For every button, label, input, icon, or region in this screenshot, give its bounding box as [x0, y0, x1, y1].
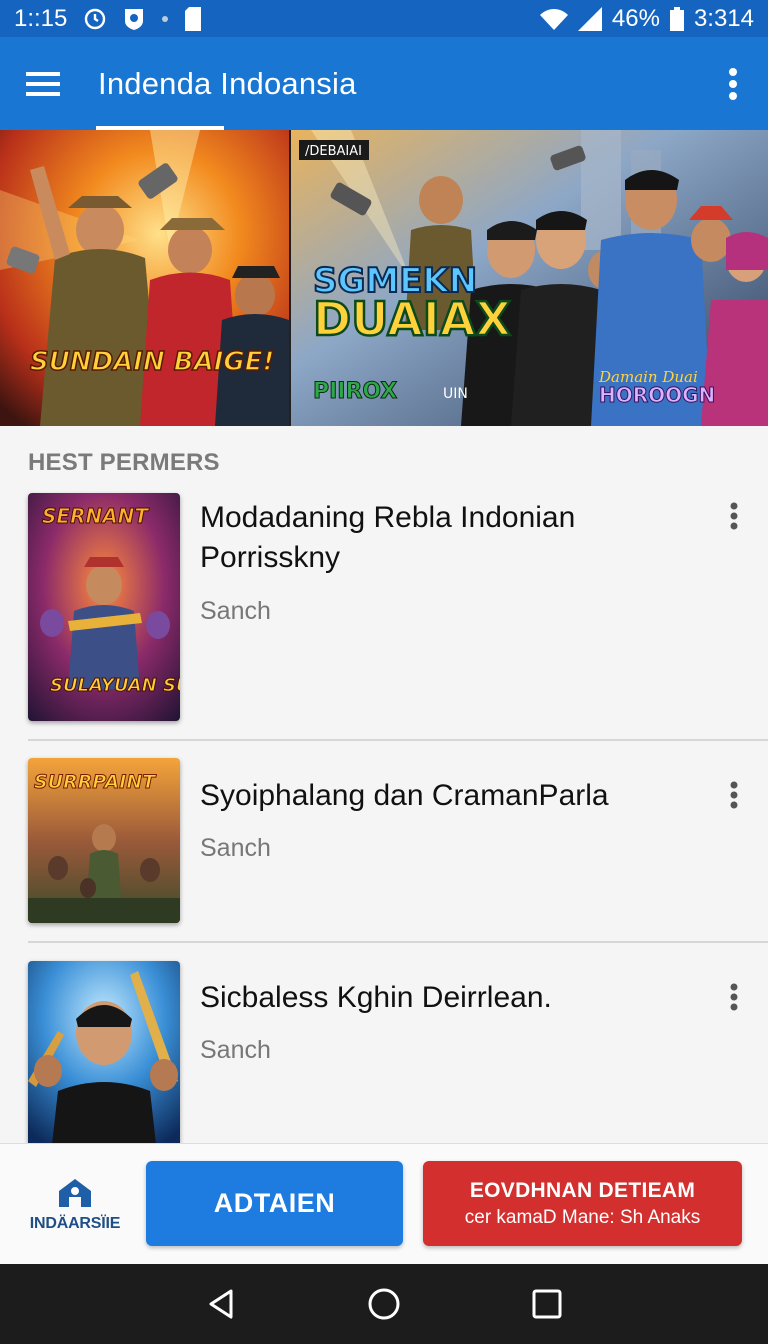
- alarm-icon: [83, 7, 107, 31]
- home-circle-icon: [368, 1288, 400, 1320]
- game-thumbnail: [28, 961, 180, 1144]
- shield-icon: [123, 7, 145, 31]
- more-vert-icon: [730, 983, 738, 1011]
- list-item[interactable]: SURRPAINT Syoiphalang dan CramanParla Sa…: [0, 742, 768, 942]
- nav-home-button[interactable]: [354, 1274, 414, 1334]
- secondary-button-sublabel: cer kamaD Mane: Sh Anaks: [464, 1206, 701, 1228]
- section-title: HEST PERMERS: [28, 449, 220, 476]
- primary-action-button[interactable]: ADTAIEN: [146, 1161, 403, 1246]
- thumb-top-text: SERNANT: [42, 504, 149, 528]
- app-bar: Indenda Indoansia: [0, 37, 768, 130]
- more-vert-icon: [730, 781, 738, 809]
- more-vert-icon: [730, 502, 738, 530]
- nav-recents-button[interactable]: [517, 1274, 577, 1334]
- banner-right-logo-right: HOROOGN: [599, 383, 715, 407]
- recents-icon: [532, 1289, 562, 1319]
- divider: [28, 739, 768, 741]
- banner-card-right[interactable]: /DEBAIAI SGMEKN DUAIAX PIIROX UIN Damain…: [291, 130, 768, 426]
- banner-right-logo-left: PIIROX: [313, 379, 397, 404]
- overflow-menu-button[interactable]: [698, 37, 768, 130]
- featured-banner: SUNDAIN BAIGE! /DEBAIAI SGMEKN DUAIAX PI…: [0, 130, 768, 426]
- signal-icon: [577, 6, 602, 31]
- home-tab-label: INDÄARSÏIE: [29, 1215, 121, 1232]
- secondary-button-label: EOVDHNAN DETIEAM: [469, 1178, 696, 1202]
- item-subtitle: Sanch: [200, 1036, 271, 1064]
- item-more-button[interactable]: [718, 496, 750, 536]
- battery-percent: 46%: [611, 4, 660, 32]
- hamburger-icon: [26, 71, 60, 96]
- system-nav-bar: [0, 1264, 768, 1344]
- item-more-button[interactable]: [718, 977, 750, 1017]
- wifi-icon: [539, 8, 568, 30]
- app-screen: 1::15 46% 3:314 Indenda Indoansia SUNDAI…: [0, 0, 768, 1344]
- notification-dot-icon: [161, 15, 169, 23]
- secondary-action-button[interactable]: EOVDHNAN DETIEAM cer kamaD Mane: Sh Anak…: [423, 1161, 742, 1246]
- game-thumbnail: SERNANT SULAYUAN SUIN!: [28, 493, 180, 721]
- back-icon: [209, 1289, 233, 1319]
- home-tab[interactable]: INDÄARSÏIE: [20, 1162, 130, 1248]
- sim-icon: [185, 6, 202, 31]
- bottom-action-bar: INDÄARSÏIE ADTAIEN EOVDHNAN DETIEAM cer …: [0, 1143, 768, 1264]
- banner-right-title-2: DUAIAX: [313, 292, 511, 346]
- item-title: Sicbaless Kghin Deirrlean.: [200, 981, 552, 1014]
- thumb-top-text: SURRPAINT: [34, 771, 157, 793]
- divider: [28, 941, 768, 943]
- status-time: 1::15: [14, 4, 68, 32]
- banner-card-left[interactable]: SUNDAIN BAIGE!: [0, 130, 289, 426]
- item-more-button[interactable]: [718, 775, 750, 815]
- banner-right-art: /DEBAIAI SGMEKN DUAIAX PIIROX UIN Damain…: [291, 130, 768, 426]
- list-item[interactable]: Sicbaless Kghin Deirrlean. Sanch: [0, 944, 768, 1144]
- game-thumbnail: SURRPAINT: [28, 758, 180, 923]
- item-title: Modadaning Rebla Indonian Porrissknу: [200, 501, 576, 574]
- item-title: Syoiphalang dan CramanParla: [200, 779, 609, 812]
- banner-right-logo-mid: UIN: [443, 386, 468, 402]
- thumb-bottom-text: SULAYUAN SUIN!: [50, 675, 180, 696]
- status-clock: 3:314: [693, 4, 754, 32]
- more-vert-icon: [729, 67, 737, 100]
- nav-back-button[interactable]: [191, 1274, 251, 1334]
- status-bar: 1::15 46% 3:314: [0, 0, 768, 37]
- battery-icon: [669, 6, 684, 31]
- menu-button[interactable]: [0, 37, 88, 130]
- banner-left-title: SUNDAIN BAIGE!: [30, 347, 274, 377]
- banner-left-art: SUNDAIN BAIGE!: [0, 130, 289, 426]
- item-subtitle: Sanch: [200, 834, 271, 862]
- list-item[interactable]: SERNANT SULAYUAN SUIN! Modadaning Rebla …: [0, 490, 768, 740]
- home-icon: [59, 1179, 91, 1207]
- item-subtitle: Sanch: [200, 597, 271, 625]
- banner-right-tag: /DEBAIAI: [305, 144, 362, 159]
- page-title: Indenda Indoansia: [98, 65, 357, 101]
